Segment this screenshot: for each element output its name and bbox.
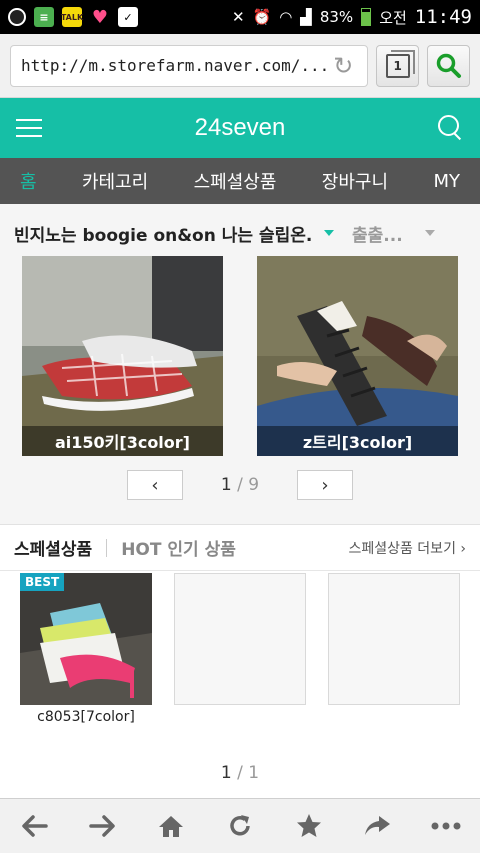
star-icon[interactable] bbox=[289, 806, 329, 846]
product-card[interactable]: ai150키[3color] bbox=[22, 256, 223, 456]
chevron-right-icon: › bbox=[321, 474, 329, 496]
tab-hot[interactable]: HOT 인기 상품 bbox=[121, 535, 236, 560]
special-section: 스페셜상품 HOT 인기 상품 스페셜상품 더보기 › BEST c8053[7… bbox=[0, 524, 480, 799]
battery-icon bbox=[361, 8, 372, 26]
app-notification-icon bbox=[8, 8, 26, 26]
main-nav: 홈 카테고리 스페셜상품 장바구니 MY bbox=[0, 158, 480, 204]
mute-icon: ✕ bbox=[231, 8, 245, 26]
product-caption: z트리[3color] bbox=[257, 426, 458, 456]
clock: 11:49 bbox=[414, 6, 472, 28]
chevron-left-icon: ‹ bbox=[151, 474, 159, 496]
url-text[interactable]: http://m.storefarm.naver.com/... bbox=[21, 56, 329, 75]
divider bbox=[106, 538, 108, 557]
product-placeholder bbox=[328, 573, 460, 725]
next-page-button[interactable]: › bbox=[297, 470, 353, 500]
tabs-icon: 1 bbox=[385, 49, 415, 78]
search-icon bbox=[436, 53, 461, 78]
search-icon[interactable] bbox=[438, 115, 464, 141]
tab-special[interactable]: 스페셜상품 bbox=[14, 535, 92, 560]
chevron-down-icon[interactable] bbox=[424, 230, 435, 236]
tabs-button[interactable]: 1 bbox=[376, 44, 420, 87]
url-field[interactable]: http://m.storefarm.naver.com/... ↻ bbox=[10, 44, 369, 87]
featured-section: 빈지노는 boogie on&on 나는 슬립온... 출출... ai150키… bbox=[0, 204, 480, 524]
home-icon[interactable] bbox=[151, 806, 191, 846]
featured-title[interactable]: 빈지노는 boogie on&on 나는 슬립온... bbox=[14, 221, 314, 246]
notes-icon: ≡ bbox=[34, 7, 54, 27]
nav-item-category[interactable]: 카테고리 bbox=[82, 168, 148, 194]
page-indicator: 1 / 9 bbox=[220, 475, 260, 495]
alarm-icon: ⏰ bbox=[252, 8, 272, 26]
browser-address-bar: http://m.storefarm.naver.com/... ↻ 1 bbox=[0, 34, 480, 98]
product-name: c8053[7color] bbox=[37, 709, 135, 725]
status-bar: ≡ TALK ♥ ✓ ✕ ⏰ ◠ ▟ 83% 오전 11:49 bbox=[0, 0, 480, 34]
product-item[interactable]: BEST c8053[7color] bbox=[20, 573, 152, 725]
browser-search-button[interactable] bbox=[427, 44, 470, 87]
nav-item-special[interactable]: 스페셜상품 bbox=[194, 168, 277, 194]
empty-slot bbox=[328, 573, 460, 705]
app-title[interactable]: 24seven bbox=[42, 114, 438, 142]
empty-slot bbox=[174, 573, 306, 705]
wifi-icon: ◠ bbox=[279, 8, 293, 26]
nav-item-home[interactable]: 홈 bbox=[20, 168, 37, 194]
refresh-icon[interactable] bbox=[220, 806, 260, 846]
featured-select[interactable]: 출출... bbox=[352, 221, 403, 246]
talk-icon: TALK bbox=[61, 7, 83, 27]
product-placeholder bbox=[174, 573, 306, 725]
battery-percent: 83% bbox=[319, 8, 354, 26]
time-period: 오전 bbox=[379, 8, 407, 27]
menu-icon[interactable] bbox=[16, 119, 42, 137]
special-page-indicator: 1 / 1 bbox=[220, 763, 260, 783]
best-badge: BEST bbox=[20, 573, 65, 591]
signal-icon: ▟ bbox=[300, 8, 312, 26]
share-icon[interactable] bbox=[357, 806, 397, 846]
reload-icon[interactable]: ↻ bbox=[329, 52, 357, 80]
back-arrow-icon[interactable] bbox=[14, 806, 54, 846]
heart-icon: ♥ bbox=[91, 6, 109, 28]
more-icon[interactable] bbox=[426, 806, 466, 846]
special-more-link[interactable]: 스페셜상품 더보기 › bbox=[348, 538, 466, 558]
chevron-down-icon[interactable] bbox=[324, 230, 334, 236]
product-card[interactable]: z트리[3color] bbox=[257, 256, 458, 456]
product-image bbox=[20, 573, 152, 705]
nav-item-my[interactable]: MY bbox=[433, 171, 460, 192]
forward-arrow-icon[interactable] bbox=[83, 806, 123, 846]
browser-toolbar bbox=[0, 798, 480, 853]
clipboard-check-icon: ✓ bbox=[118, 7, 138, 27]
app-header: 24seven bbox=[0, 98, 480, 158]
nav-item-cart[interactable]: 장바구니 bbox=[322, 168, 388, 194]
prev-page-button[interactable]: ‹ bbox=[127, 470, 183, 500]
product-caption: ai150키[3color] bbox=[22, 426, 223, 456]
featured-pager: ‹ 1 / 9 › bbox=[0, 470, 480, 500]
